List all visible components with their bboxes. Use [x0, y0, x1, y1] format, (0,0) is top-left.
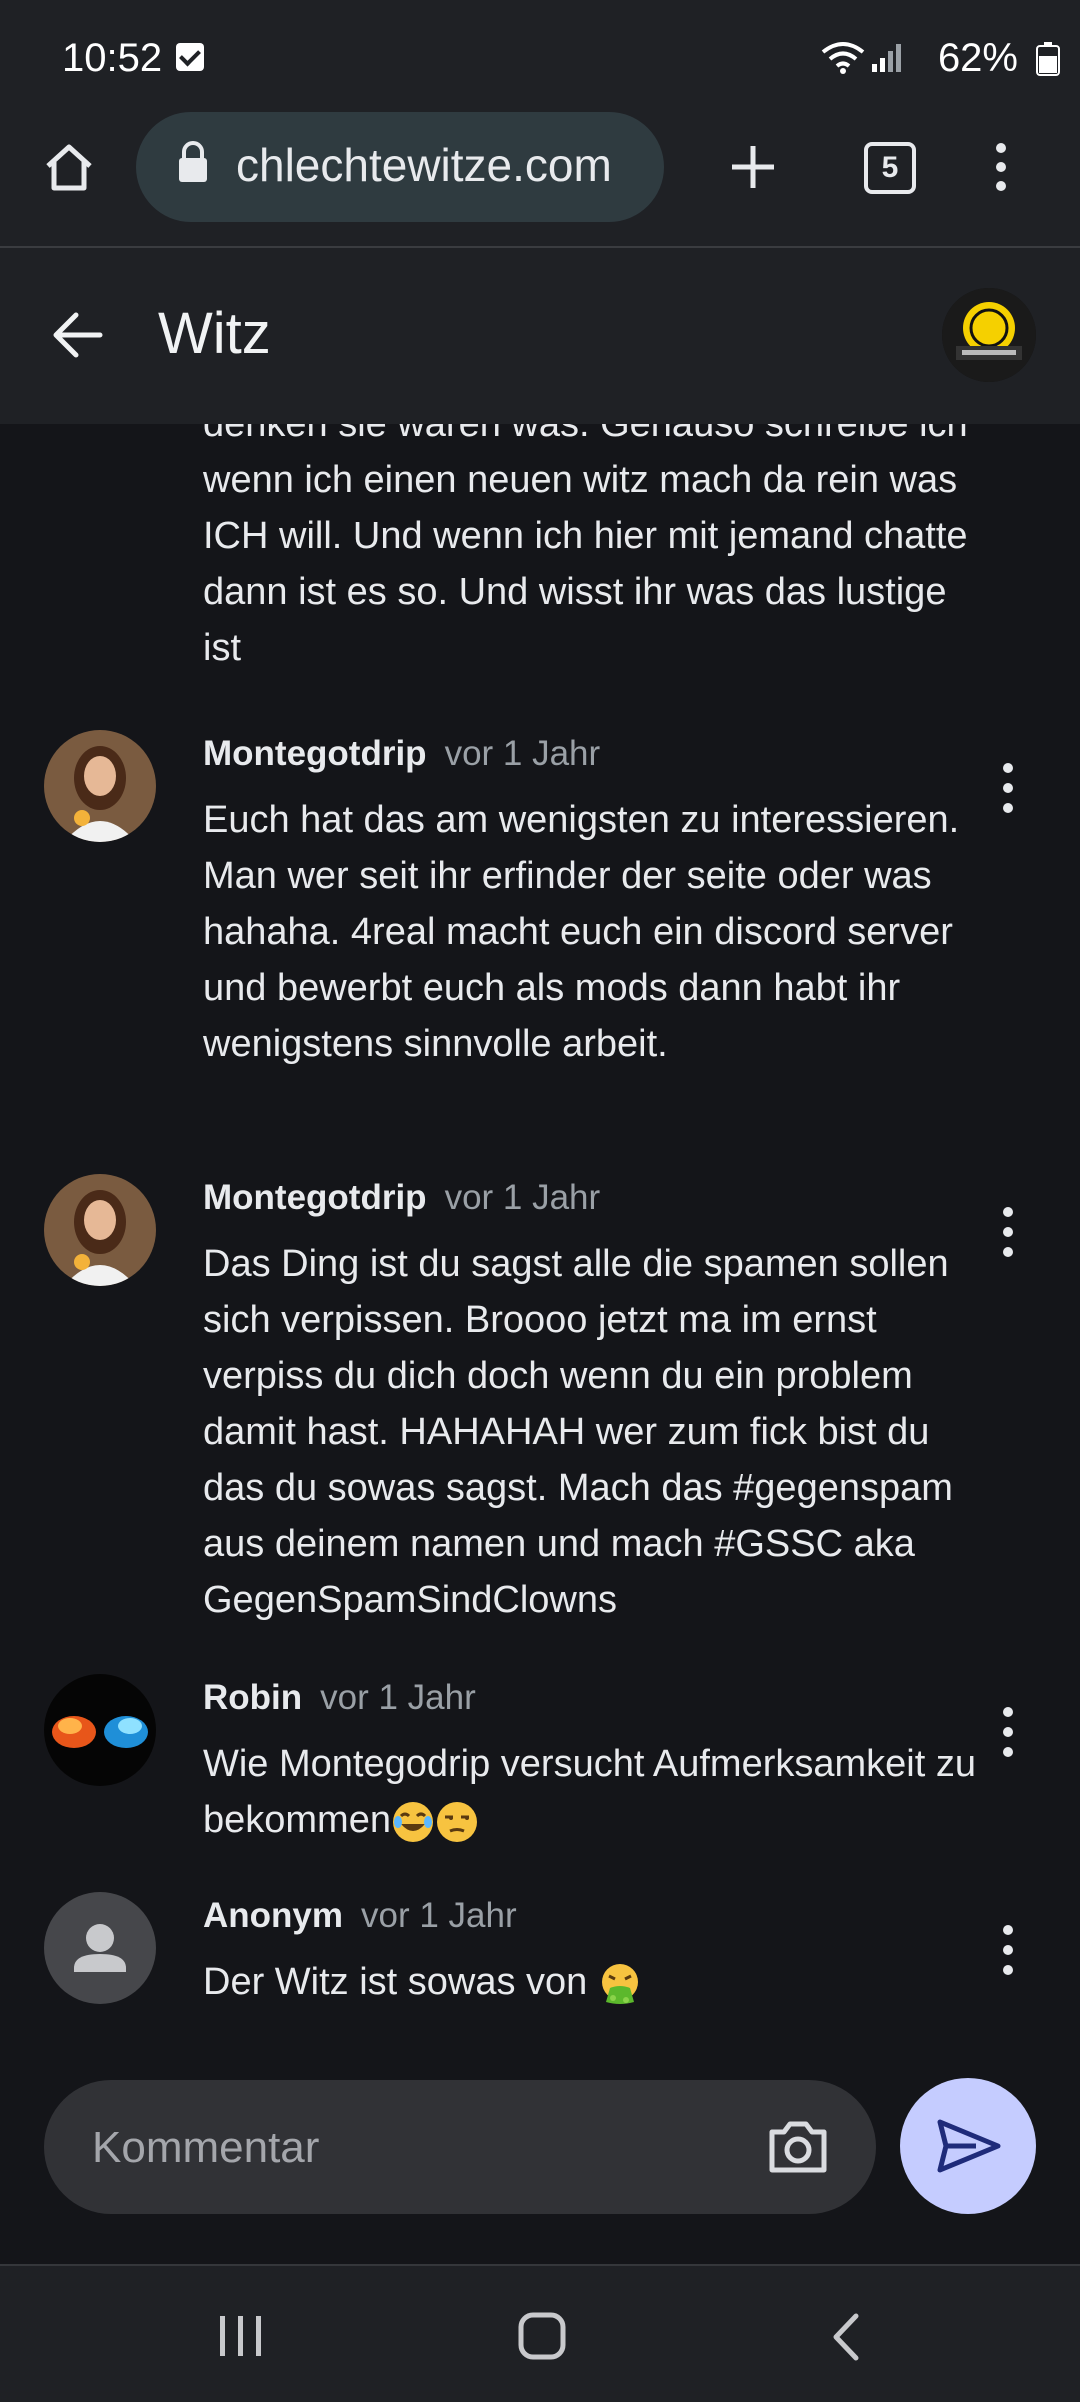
- comment-meta: Robin vor 1 Jahr: [203, 1678, 476, 1718]
- wifi-icon: [821, 42, 865, 74]
- unamused-emoji-icon: [436, 1801, 477, 1842]
- comment-input[interactable]: [90, 2110, 734, 2186]
- comment-author[interactable]: Montegotdrip: [203, 1178, 427, 1217]
- battery-icon: [1036, 42, 1060, 76]
- comment-avatar[interactable]: [44, 730, 156, 842]
- new-tab-icon[interactable]: [728, 142, 778, 192]
- user-photo-icon: [44, 730, 156, 842]
- comment-meta: Anonym vor 1 Jahr: [203, 1896, 517, 1936]
- comment-body: Wie Montegodrip versucht Aufmerksamkeit …: [203, 1736, 983, 1848]
- comment-menu-icon[interactable]: [996, 1702, 1020, 1762]
- home-icon[interactable]: [42, 140, 96, 194]
- home-nav-icon[interactable]: [518, 2312, 566, 2360]
- app-bar: Witz: [0, 248, 1080, 424]
- comment-menu-icon[interactable]: [996, 1202, 1020, 1262]
- comment-time: vor 1 Jahr: [320, 1678, 476, 1717]
- camera-icon[interactable]: [766, 2116, 830, 2176]
- comment-body: Euch hat das am wenigsten zu interessier…: [203, 799, 960, 1065]
- comment-text: Wie Montegodrip versucht Aufmerksamkeit …: [203, 1743, 976, 1841]
- comment-list[interactable]: denken sie wären was. Genauso schreibe i…: [0, 410, 1080, 2040]
- comment-meta: Montegotdrip vor 1 Jahr: [203, 1178, 600, 1218]
- comment-body: denken sie wären was. Genauso schreibe i…: [203, 410, 968, 669]
- default-user-icon: [74, 1924, 126, 1972]
- comment-time: vor 1 Jahr: [361, 1896, 517, 1935]
- bvb-logo-icon: [942, 288, 1036, 382]
- lock-icon: [179, 141, 207, 182]
- comment-text: Der Witz ist sowas von: [203, 1961, 598, 2003]
- tab-switcher-button[interactable]: 5: [864, 142, 916, 194]
- comment-avatar[interactable]: [44, 1892, 156, 2004]
- comment-meta: Montegotdrip vor 1 Jahr: [203, 734, 600, 774]
- comment-author[interactable]: Montegotdrip: [203, 734, 427, 773]
- profile-avatar[interactable]: [942, 288, 1036, 382]
- user-photo-icon: [44, 1174, 156, 1286]
- send-icon: [937, 2119, 1001, 2173]
- back-arrow-icon[interactable]: [50, 310, 104, 360]
- comment-time: vor 1 Jahr: [444, 734, 601, 773]
- comment-menu-icon[interactable]: [996, 1920, 1020, 1980]
- comment-composer: [0, 2040, 1080, 2262]
- comment-body: Das Ding ist du sagst alle die spamen so…: [203, 1243, 953, 1621]
- status-bar: 10:52 62%: [0, 0, 1080, 112]
- fire-ice-fists-icon: [44, 1674, 156, 1786]
- system-nav-bar: [0, 2264, 1080, 2402]
- page-title: Witz: [158, 301, 271, 366]
- recent-apps-icon[interactable]: [218, 2314, 264, 2358]
- notification-check-icon: [176, 43, 204, 71]
- url-bar[interactable]: chlechtewitze.com: [136, 112, 664, 222]
- send-button[interactable]: [900, 2078, 1036, 2214]
- comment-body: Der Witz ist sowas von: [203, 1954, 983, 2010]
- comment-author[interactable]: Robin: [203, 1678, 302, 1717]
- back-nav-icon[interactable]: [830, 2312, 862, 2362]
- comment-avatar[interactable]: [44, 1674, 156, 1786]
- browser-toolbar: chlechtewitze.com 5: [0, 112, 1080, 248]
- comment-menu-icon[interactable]: [996, 758, 1020, 818]
- status-icons: 62%: [820, 0, 1080, 112]
- battery-percent: 62%: [937, 36, 1018, 80]
- comment-author[interactable]: Anonym: [203, 1896, 343, 1935]
- comment-time: vor 1 Jahr: [444, 1178, 601, 1217]
- signal-icon: [872, 44, 901, 72]
- comment-field[interactable]: [44, 2080, 876, 2214]
- url-text: chlechtewitze.com: [236, 139, 612, 191]
- comment-avatar[interactable]: [44, 1174, 156, 1286]
- status-time: 10:52: [62, 36, 163, 80]
- vomiting-emoji-icon: [601, 1963, 638, 2004]
- overflow-menu-icon[interactable]: [990, 142, 1012, 192]
- tears-of-joy-emoji-icon: [392, 1801, 433, 1842]
